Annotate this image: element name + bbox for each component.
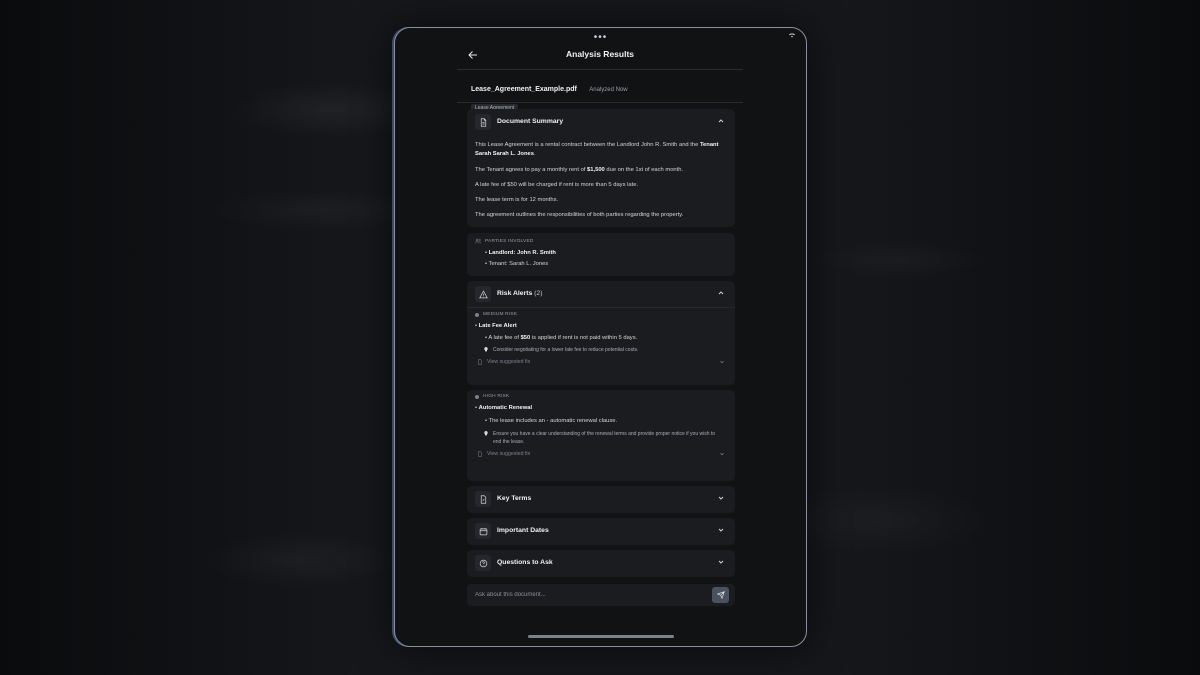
summary-paragraph: The agreement outlines the responsibilit… [475,212,684,219]
section-title: Key Terms [497,495,532,502]
key-terms-header[interactable]: Key Terms [467,486,735,512]
risk-tip: Ensure you have a clear understanding of… [483,430,723,446]
chevron-down-icon[interactable] [717,558,725,566]
section-title: Questions to Ask [497,559,553,566]
divider [457,102,743,103]
ask-input[interactable] [475,589,695,601]
document-summary-header[interactable]: Document Summary [467,109,735,135]
section-title: Document Summary [497,118,564,125]
risk-alert-high: High Risk • Automatic Renewal • The leas… [467,390,735,481]
chevron-up-icon[interactable] [717,289,725,297]
section-title: Important Dates [497,527,549,534]
analysis-status: Analyzed Now [589,87,628,93]
summary-paragraph: The Tenant agrees to pay a monthly rent … [475,166,684,173]
key-terms-card[interactable]: Key Terms [467,486,735,513]
document-icon [475,114,491,130]
chevron-down-icon[interactable] [719,359,725,365]
document-terms-icon [475,491,491,507]
summary-paragraph: This Lease Agreement is a rental contrac… [475,142,719,158]
home-indicator[interactable] [527,635,674,638]
users-icon [475,238,481,244]
lightbulb-icon [484,347,488,352]
view-fix-link[interactable]: View suggested fix [477,359,727,365]
tablet-frame: ••• Analysis Results Lease_Agreement_Exa… [394,27,807,647]
app-header: Analysis Results [457,42,743,70]
file-icon [478,451,482,457]
chevron-down-icon[interactable] [717,494,725,502]
questions-header[interactable]: Questions to Ask [467,550,735,576]
important-dates-header[interactable]: Important Dates [467,518,735,544]
wifi-icon [788,30,796,40]
risk-level: High Risk [475,394,727,399]
risk-detail: • A late fee of $50 is applied if rent i… [485,335,638,341]
risk-alerts-header[interactable]: Risk Alerts (2) [467,281,735,307]
parties-card: Parties Involved • Landlord: John R. Smi… [467,233,735,276]
question-icon [475,555,491,571]
important-dates-card[interactable]: Important Dates [467,518,735,545]
summary-body: This Lease Agreement is a rental contrac… [467,141,735,221]
section-title: Risk Alerts (2) [497,290,543,297]
risk-alerts-card: Risk Alerts (2) Medium Risk • Late Fee A… [467,281,735,385]
summary-paragraph: The lease term is for 12 months. [475,197,559,204]
party-item: • Landlord: John R. Smith [485,250,556,256]
risk-alert-medium: Medium Risk • Late Fee Alert • A late fe… [467,307,735,365]
page-title: Analysis Results [565,49,635,59]
risk-level: Medium Risk [475,312,727,317]
document-summary-card: Document Summary This Lease Agreement is… [467,109,735,227]
chevron-up-icon[interactable] [717,117,725,125]
parties-label: Parties Involved [475,238,727,244]
lightbulb-icon [484,431,488,436]
party-item: • Tenant: Sarah L. Jones [485,261,549,267]
send-icon [716,591,725,599]
summary-paragraph: A late fee of $50 will be charged if ren… [475,181,639,188]
chevron-down-icon[interactable] [719,451,725,457]
chat-input-bar [467,584,735,606]
risk-name: • Late Fee Alert [475,323,517,329]
file-name: Lease_Agreement_Example.pdf [471,86,577,93]
warning-icon [475,286,491,302]
risk-tip: Consider negotiating for a lower late fe… [483,346,727,354]
risk-detail: • The lease includes an - automatic rene… [485,418,618,424]
calendar-icon [475,523,491,539]
chevron-down-icon[interactable] [717,526,725,534]
risk-name: • Automatic Renewal [475,405,533,411]
send-button[interactable] [712,587,729,603]
file-icon [478,359,482,365]
view-fix-link[interactable]: View suggested fix [477,451,727,457]
questions-card[interactable]: Questions to Ask [467,550,735,577]
